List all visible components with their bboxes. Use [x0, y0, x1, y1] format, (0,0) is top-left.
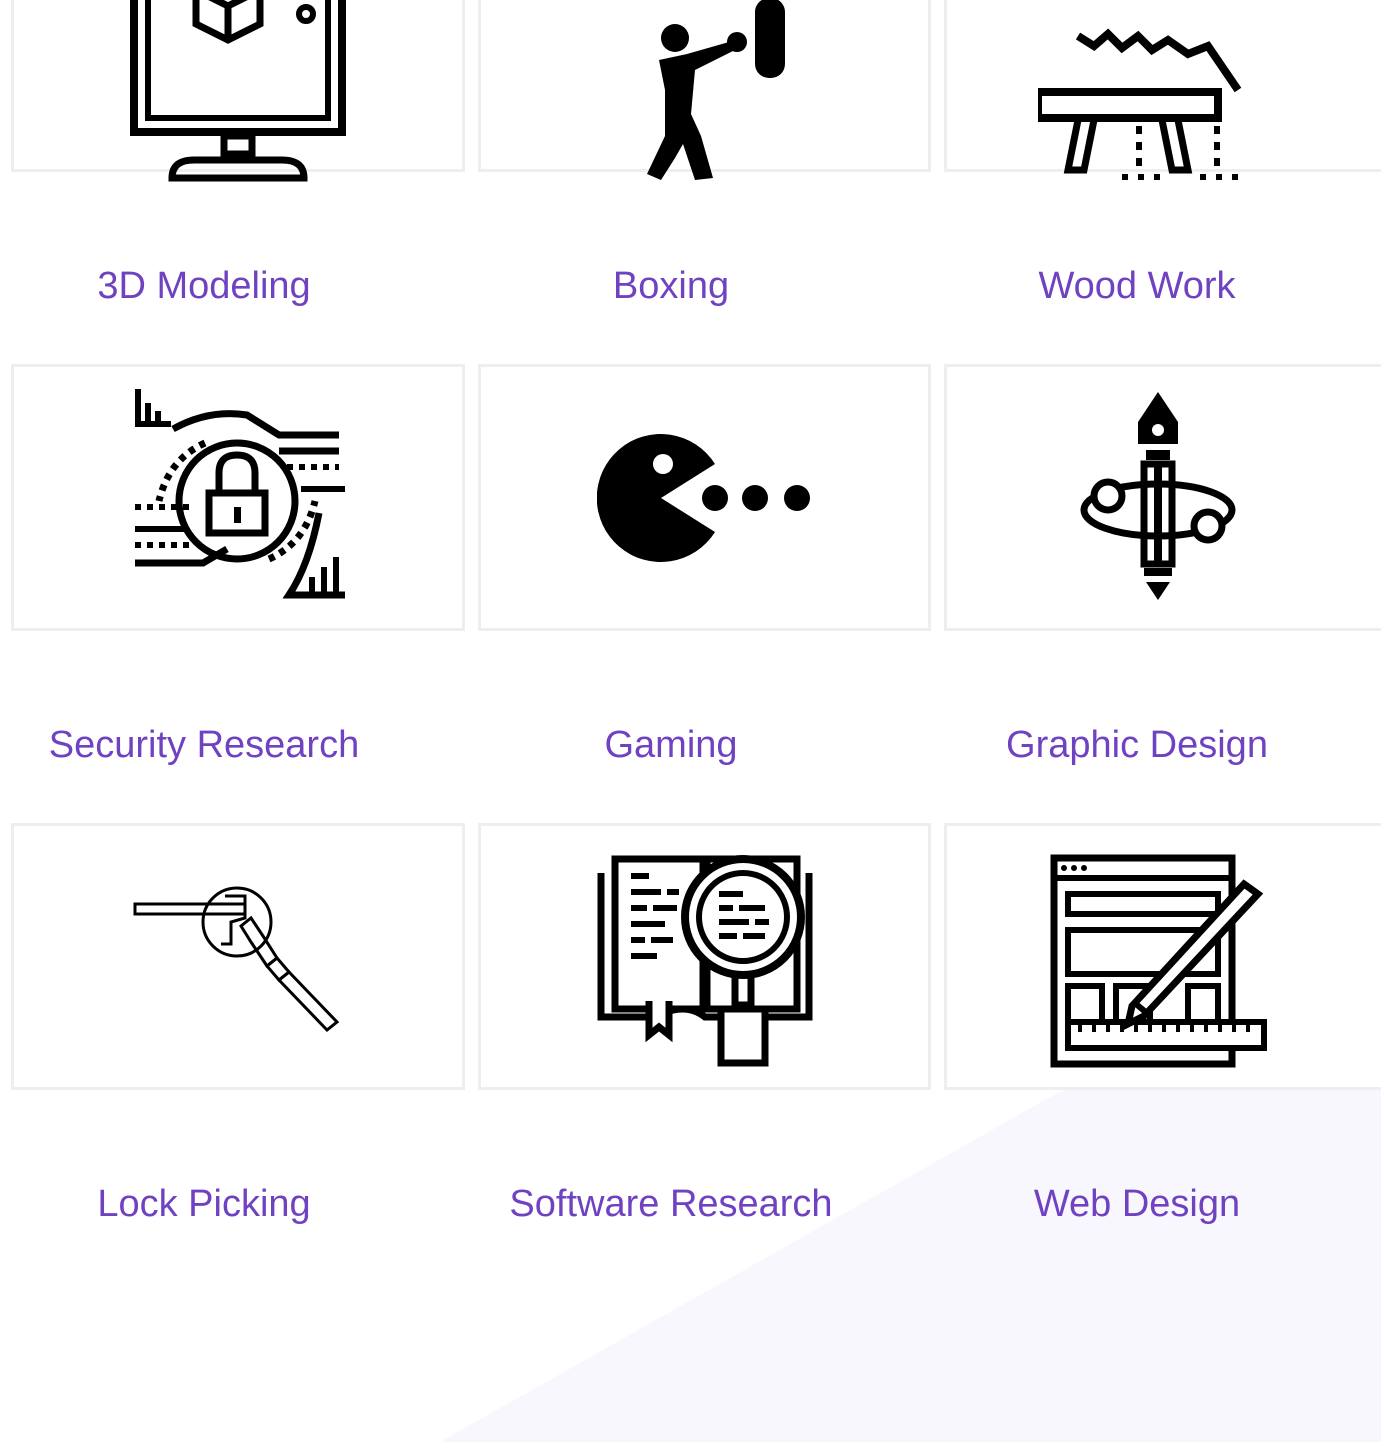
hobby-card-3d-modeling[interactable]: [11, 0, 465, 182]
pen-nib-design-icon: [1080, 391, 1236, 600]
hobby-label-gaming[interactable]: Gaming: [478, 722, 864, 768]
hobby-card-boxing[interactable]: [478, 0, 931, 180]
pacman-gaming-icon: [596, 433, 810, 562]
hobby-label-graphic-design[interactable]: Graphic Design: [944, 722, 1330, 768]
boxing-icon: [646, 0, 785, 180]
hobby-label-3d-modeling[interactable]: 3D Modeling: [11, 263, 397, 309]
hobby-label-wood-work[interactable]: Wood Work: [944, 263, 1330, 309]
hobby-label-boxing[interactable]: Boxing: [478, 263, 864, 309]
hobby-label-lock-picking[interactable]: Lock Picking: [11, 1181, 397, 1227]
hobby-card-lock-picking[interactable]: [11, 823, 465, 1090]
hobbies-grid: 3D Modeling Boxing Wood Work Security Re…: [0, 0, 1381, 1442]
hobby-card-graphic-design[interactable]: [944, 364, 1381, 631]
hobby-card-security-research[interactable]: [11, 364, 465, 631]
3d-modeling-monitor-icon: [130, 0, 346, 182]
hobby-card-web-design[interactable]: [944, 823, 1381, 1090]
wood-work-saw-icon: [1038, 28, 1242, 180]
hobbies-page: 3D Modeling Boxing Wood Work Security Re…: [0, 0, 1381, 1442]
security-lock-circuit-icon: [135, 388, 345, 598]
hobby-card-gaming[interactable]: [478, 364, 931, 631]
hobby-card-wood-work[interactable]: [944, 0, 1381, 180]
hobby-card-software-research[interactable]: [478, 823, 931, 1090]
magnifier-book-research-icon: [597, 854, 812, 1066]
lock-picking-tools-icon: [133, 886, 340, 1032]
hobby-label-web-design[interactable]: Web Design: [944, 1181, 1330, 1227]
hobby-label-software-research[interactable]: Software Research: [478, 1181, 864, 1227]
hobby-label-security-research[interactable]: Security Research: [11, 722, 397, 768]
web-layout-pencil-icon: [1050, 854, 1267, 1067]
